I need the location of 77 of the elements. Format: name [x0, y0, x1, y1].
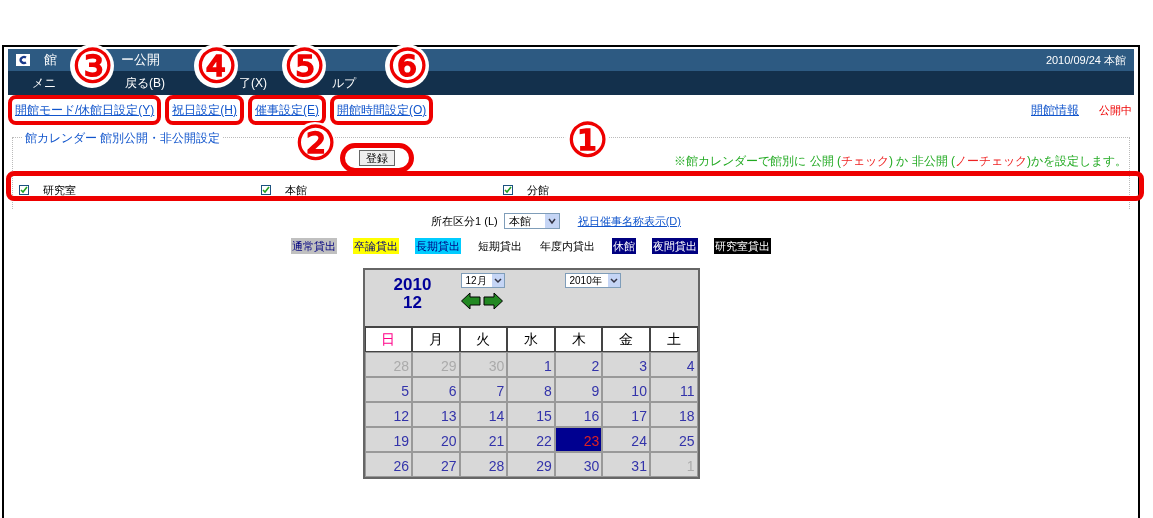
legend-label: 卒論貸出	[353, 237, 399, 254]
day-cell[interactable]: 5	[364, 377, 413, 402]
day-cell[interactable]: 16	[554, 402, 603, 427]
day-cell[interactable]: 3	[602, 352, 650, 377]
legend-label: 長期貸出	[415, 237, 461, 254]
weekday-header: 日	[364, 327, 413, 352]
day-cell[interactable]: 13	[412, 402, 460, 427]
calendar-year: 2010	[393, 276, 432, 294]
settings-link[interactable]: 催事設定(E)	[255, 103, 319, 117]
legend-label: 通常貸出	[291, 237, 337, 254]
register-button[interactable]: 登録	[359, 150, 395, 166]
weekday-header: 水	[507, 327, 555, 352]
legend-label: 短期貸出	[477, 238, 523, 254]
previous-arrow-icon[interactable]	[460, 292, 481, 310]
day-cell[interactable]: 18	[649, 402, 698, 427]
checkbox[interactable]	[19, 185, 29, 196]
menu-item[interactable]: メニ	[32, 74, 56, 92]
next-arrow-icon[interactable]	[482, 292, 503, 310]
settings-link[interactable]: 祝日設定(H)	[172, 103, 237, 117]
day-cell[interactable]: 10	[602, 377, 650, 402]
day-cell[interactable]: 20	[412, 427, 460, 452]
day-cell[interactable]: 14	[459, 402, 508, 427]
day-cell[interactable]: 9	[554, 377, 603, 402]
day-cell[interactable]: 26	[364, 452, 413, 477]
note-text: ※館カレンダーで館別に 公開 (チェック) か 非公開 (ノーチェック)かを設定します。	[674, 153, 1127, 170]
day-cell[interactable]: 22	[507, 427, 555, 452]
menu-item[interactable]: ルプ	[332, 74, 356, 92]
month-select[interactable]: 12月	[460, 273, 505, 288]
app-logo-icon	[16, 54, 30, 66]
status-label: 公開中	[1099, 102, 1132, 118]
day-cell[interactable]: 4	[649, 352, 698, 377]
day-cell[interactable]: 30	[554, 452, 603, 477]
legend-label: 休館	[612, 237, 636, 254]
date-site-label: 2010/09/24 本館	[1045, 52, 1126, 68]
window-title: ー公開	[121, 51, 160, 70]
window-title: 館	[44, 51, 57, 70]
location-select[interactable]: 本館	[503, 213, 560, 230]
section-title: 館カレンダー 館別公開・非公開設定	[23, 129, 223, 147]
day-cell[interactable]: 29	[507, 452, 555, 477]
day-cell[interactable]: 27	[412, 452, 460, 477]
info-link[interactable]: 開館情報	[1031, 101, 1079, 119]
checkbox[interactable]	[503, 185, 513, 196]
year-select[interactable]: 2010年	[564, 273, 621, 288]
settings-link[interactable]: 開館モード/休館日設定(Y)	[15, 103, 155, 117]
day-cell[interactable]: 31	[602, 452, 650, 477]
day-cell[interactable]: 21	[459, 427, 508, 452]
day-cell[interactable]: 2	[554, 352, 603, 377]
weekday-header: 金	[602, 327, 650, 352]
branch-label: 分館	[527, 183, 549, 198]
day-cell[interactable]: 6	[412, 377, 460, 402]
day-cell[interactable]: 28	[459, 452, 508, 477]
day-cell[interactable]: 1	[507, 352, 555, 377]
day-cell[interactable]: 25	[649, 427, 698, 452]
weekday-header: 木	[554, 327, 603, 352]
menu-item[interactable]: 了(X)	[239, 74, 267, 92]
weekday-header: 月	[412, 327, 460, 352]
day-cell[interactable]: 12	[364, 402, 413, 427]
branch-label: 本館	[285, 183, 307, 198]
checkbox[interactable]	[261, 185, 271, 196]
weekday-header: 土	[649, 327, 698, 352]
day-cell[interactable]: 8	[507, 377, 555, 402]
branch-label: 研究室	[43, 183, 76, 198]
day-cell[interactable]: 15	[507, 402, 555, 427]
holiday-event-link[interactable]: 祝日催事名称表示(D)	[577, 213, 681, 230]
settings-link[interactable]: 開館時間設定(O)	[337, 103, 427, 117]
menu-item[interactable]: 戻る(B)	[125, 74, 165, 92]
day-cell[interactable]: 7	[459, 377, 508, 402]
calendar-month: 12	[403, 294, 422, 312]
day-cell[interactable]: 19	[364, 427, 413, 452]
day-cell[interactable]: 24	[602, 427, 650, 452]
day-cell[interactable]: 11	[649, 377, 698, 402]
day-cell[interactable]: 17	[602, 402, 650, 427]
legend-label: 夜間貸出	[652, 237, 698, 254]
weekday-header: 火	[459, 327, 508, 352]
legend-label: 研究室貸出	[714, 237, 771, 254]
legend-label: 年度内貸出	[539, 238, 596, 254]
location-label: 所在区分1 (L)	[431, 214, 498, 229]
